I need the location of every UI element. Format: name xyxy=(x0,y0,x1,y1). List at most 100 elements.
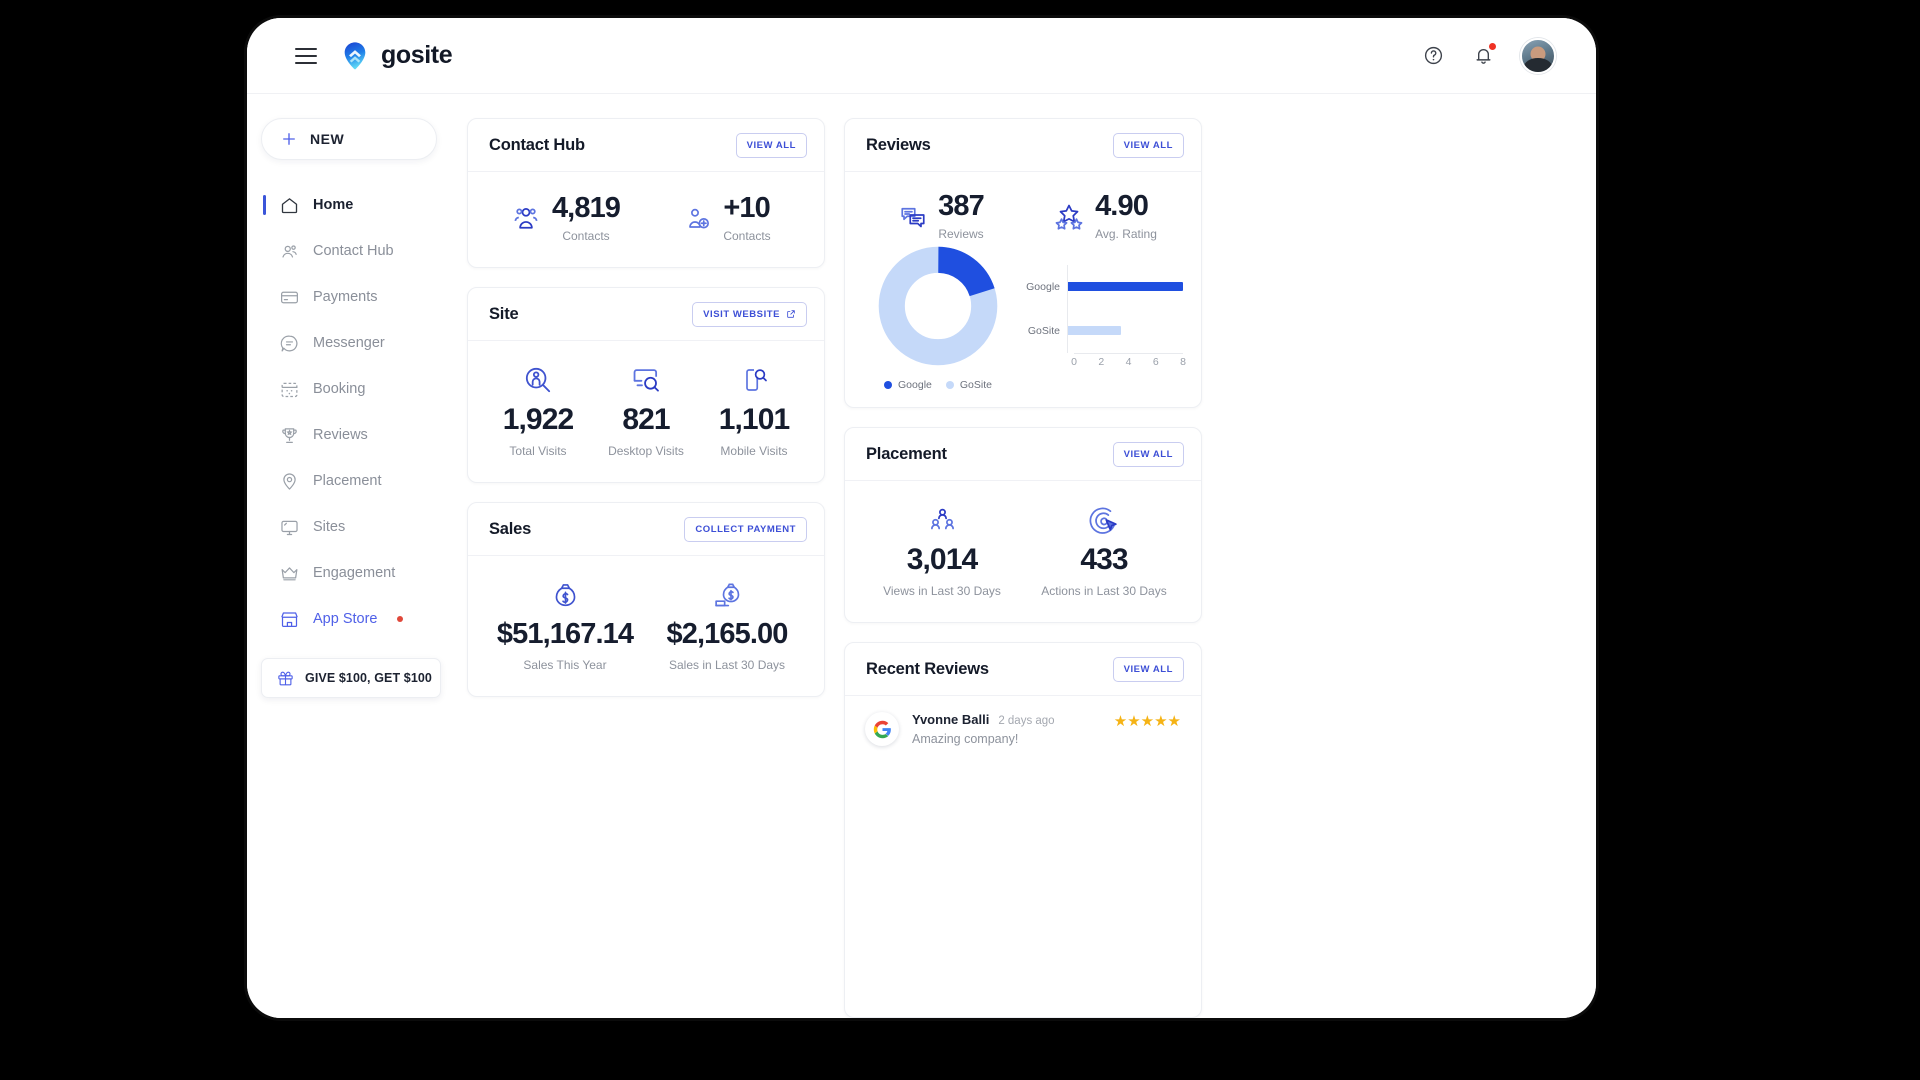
sidebar-item-home[interactable]: Home xyxy=(261,182,451,228)
donut-chart-svg xyxy=(878,246,998,366)
contact-hub-view-all-button[interactable]: VIEW ALL xyxy=(735,132,807,158)
sidebar-item-label: App Store xyxy=(313,611,378,627)
review-timestamp: 2 days ago xyxy=(998,715,1055,727)
notification-badge xyxy=(1489,42,1496,50)
card-header: Sales COLLECT PAYMENT xyxy=(468,503,824,556)
sidebar-item-label: Home xyxy=(313,197,354,213)
credit-card-icon xyxy=(281,291,298,303)
stat-value: 4,819 xyxy=(551,192,621,224)
stat-value: $51,167.14 xyxy=(496,618,634,650)
card-site: Site VISIT WEBSITE 1,922 Total Visits 82… xyxy=(467,287,825,483)
collect-payment-button[interactable]: COLLECT PAYMENT xyxy=(684,516,807,542)
stat-value: 821 xyxy=(622,403,670,436)
stat-value: 4.90 xyxy=(1095,190,1149,222)
tablet-device-frame: gosite NEW Home Contact Hub Payments Mes… xyxy=(247,18,1596,1018)
reviews-donut-chart: Google GoSite xyxy=(863,245,1013,391)
bell-icon[interactable] xyxy=(1470,42,1496,69)
stat-label: Contacts xyxy=(723,229,771,243)
stat-label: Sales in Last 30 Days xyxy=(668,658,786,672)
bar-category-label: Google xyxy=(1026,280,1060,293)
sidebar-item-sites[interactable]: Sites xyxy=(261,504,451,550)
recent-reviews-view-all-button[interactable]: VIEW ALL xyxy=(1112,656,1184,682)
sidebar-item-label: Messenger xyxy=(313,335,385,351)
new-button[interactable]: NEW xyxy=(261,118,437,160)
crown-icon xyxy=(281,566,298,580)
sidebar-item-label: Engagement xyxy=(313,565,396,581)
referral-button[interactable]: GIVE $100, GET $100 xyxy=(261,658,441,698)
legend-label: Google xyxy=(898,379,932,391)
list-item[interactable]: Yvonne Balli 2 days ago Amazing company!… xyxy=(845,696,1201,746)
card-title: Placement xyxy=(866,444,947,463)
dashboard-main: Contact Hub VIEW ALL 4,819 Contacts +10 … xyxy=(451,94,1596,1018)
review-bubbles-icon xyxy=(901,207,925,227)
placement-view-all-button[interactable]: VIEW ALL xyxy=(1112,441,1184,467)
referral-button-label: GIVE $100, GET $100 xyxy=(305,671,432,685)
axis-tick: 6 xyxy=(1152,355,1159,368)
legend-item-google: Google xyxy=(884,379,932,391)
sidebar-item-payments[interactable]: Payments xyxy=(261,274,451,320)
bar-fill-google xyxy=(1068,282,1183,291)
calendar-icon xyxy=(281,382,298,397)
stat-sales-this-year: $51,167.14 Sales This Year xyxy=(484,578,646,672)
stat-value: $2,165.00 xyxy=(666,618,789,650)
bar-category-label: GoSite xyxy=(1027,324,1060,337)
stat-label: Contacts xyxy=(562,229,610,243)
legend-swatch-gosite xyxy=(945,381,954,389)
stat-total-visits: 1,922 Total Visits xyxy=(484,363,592,458)
sidebar-item-placement[interactable]: Placement xyxy=(261,458,451,504)
card-reviews: Reviews VIEW ALL 387 Reviews 4.90 Avg. R… xyxy=(844,118,1202,408)
sidebar-item-messenger[interactable]: Messenger xyxy=(261,320,451,366)
donut-legend: Google GoSite xyxy=(884,379,992,391)
card-body: 387 Reviews 4.90 Avg. Rating Google GoSi… xyxy=(845,172,1201,407)
card-title: Sales xyxy=(489,519,532,538)
stars-icon xyxy=(1055,204,1083,230)
top-navigation-bar: gosite xyxy=(247,18,1596,94)
store-icon xyxy=(281,611,298,627)
legend-label: GoSite xyxy=(959,379,992,391)
visitor-search-icon xyxy=(522,363,554,397)
bar-axis-line xyxy=(1074,352,1183,354)
card-header: Placement VIEW ALL xyxy=(845,428,1201,481)
brand-logo[interactable]: gosite xyxy=(340,41,453,71)
sidebar-item-engagement[interactable]: Engagement xyxy=(261,550,451,596)
stat-label: Views in Last 30 Days xyxy=(883,584,1001,598)
people-icon xyxy=(282,244,297,258)
avatar[interactable] xyxy=(1520,37,1556,74)
chat-bubble-icon xyxy=(280,335,298,351)
legend-swatch-google xyxy=(884,381,893,389)
gift-icon xyxy=(278,671,293,685)
map-pin-icon xyxy=(283,472,296,490)
visit-website-button[interactable]: VISIT WEBSITE xyxy=(692,301,807,327)
new-button-label: NEW xyxy=(310,131,345,147)
group-contacts-icon xyxy=(514,207,538,229)
sidebar-item-booking[interactable]: Booking xyxy=(261,366,451,412)
stat-reviews-count: 387 Reviews xyxy=(859,192,1023,241)
card-body: 3,014 Views in Last 30 Days 433 Actions … xyxy=(845,481,1201,622)
sidebar-item-reviews[interactable]: Reviews xyxy=(261,412,451,458)
sidebar-item-label: Payments xyxy=(313,289,378,305)
help-circle-icon[interactable] xyxy=(1420,43,1446,69)
card-body: 1,922 Total Visits 821 Desktop Visits 1,… xyxy=(468,341,824,482)
stat-label: Avg. Rating xyxy=(1095,227,1157,241)
trophy-icon xyxy=(282,427,297,443)
topbar-actions xyxy=(1420,37,1556,74)
card-title: Recent Reviews xyxy=(866,659,989,678)
sidebar-item-label: Reviews xyxy=(313,427,368,443)
external-link-icon xyxy=(787,310,795,318)
app-store-badge-dot xyxy=(396,616,403,622)
hamburger-menu-icon[interactable] xyxy=(295,47,317,64)
card-body: 4,819 Contacts +10 Contacts xyxy=(468,172,824,267)
stat-label: Desktop Visits xyxy=(608,444,684,458)
card-header: Contact Hub VIEW ALL xyxy=(468,119,824,172)
sidebar-item-label: Placement xyxy=(313,473,382,489)
visit-website-label: VISIT WEBSITE xyxy=(703,308,780,320)
sidebar-item-contact-hub[interactable]: Contact Hub xyxy=(261,228,451,274)
card-recent-reviews: Recent Reviews VIEW ALL Yvonne Balli 2 d… xyxy=(844,642,1202,1018)
stat-label: Total Visits xyxy=(509,444,567,458)
sidebar-item-app-store[interactable]: App Store xyxy=(261,596,451,642)
stat-contacts-new: +10 Contacts xyxy=(646,194,808,243)
axis-tick: 8 xyxy=(1180,355,1186,368)
sidebar-item-label: Contact Hub xyxy=(313,243,394,259)
money-payment-icon xyxy=(712,578,743,612)
reviews-view-all-button[interactable]: VIEW ALL xyxy=(1112,132,1184,158)
